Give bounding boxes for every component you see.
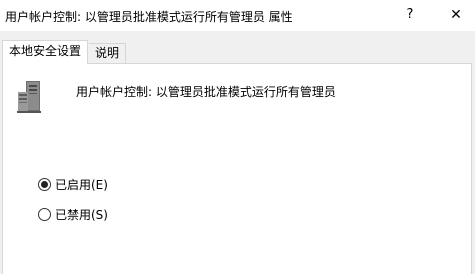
disabled-radio[interactable] (38, 208, 51, 221)
disabled-option[interactable]: 已禁用(S) (38, 206, 108, 223)
properties-dialog: 用户帐户控制: 以管理员批准模式运行所有管理员 属性 ? ✕ 本地安全设置 说明… (0, 0, 475, 274)
help-button[interactable]: ? (399, 4, 421, 26)
tab-local-security-setting[interactable]: 本地安全设置 (2, 40, 89, 64)
title-bar: 用户帐户控制: 以管理员批准模式运行所有管理员 属性 ? ✕ (0, 0, 475, 31)
tab-explain[interactable]: 说明 (89, 43, 127, 65)
enabled-radio[interactable] (38, 178, 51, 191)
tab-panel: 用户帐户控制: 以管理员批准模式运行所有管理员 已启用(E) 已禁用(S) (2, 63, 472, 274)
server-computer-icon (17, 81, 41, 113)
close-button[interactable]: ✕ (444, 4, 468, 26)
enabled-option[interactable]: 已启用(E) (38, 176, 108, 193)
disabled-label: 已禁用(S) (55, 208, 108, 222)
enabled-label: 已启用(E) (55, 178, 108, 192)
window-title: 用户帐户控制: 以管理员批准模式运行所有管理员 属性 (5, 10, 293, 24)
policy-name: 用户帐户控制: 以管理员批准模式运行所有管理员 (76, 85, 336, 99)
